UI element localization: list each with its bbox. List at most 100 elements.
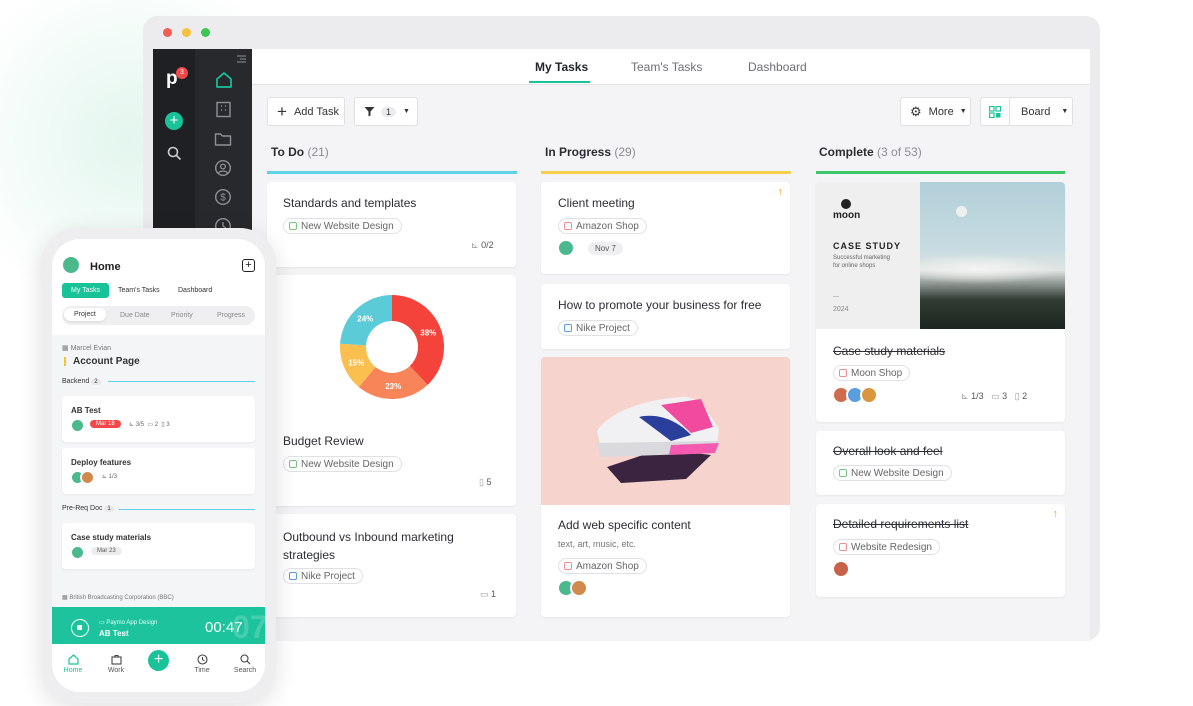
- cover-brand: moon: [833, 210, 861, 221]
- tag-label: Amazon Shop: [576, 561, 639, 572]
- nav-work[interactable]: Work: [101, 654, 131, 674]
- filter-icon: [364, 107, 375, 117]
- chevron-down-icon: ▼: [403, 108, 410, 115]
- project-tag[interactable]: New Website Design: [833, 465, 952, 481]
- building-icon: ▦: [62, 595, 68, 601]
- task-title: Standards and templates: [283, 196, 417, 210]
- client-name: British Broadcasting Corporation (BBC): [69, 595, 174, 601]
- group-count: 2: [91, 379, 101, 385]
- search-icon: [239, 654, 250, 665]
- tab-teams-tasks[interactable]: Team's Tasks: [631, 60, 702, 74]
- case-study-cover: moon CASE STUDY Successful marketing for…: [816, 182, 920, 329]
- column-count: (21): [307, 145, 329, 159]
- avatar[interactable]: [61, 255, 81, 275]
- project-tag[interactable]: Amazon Shop: [558, 218, 647, 234]
- pie-chart: 38% 23% 15% 24%: [340, 295, 444, 399]
- nav-add-button[interactable]: +: [148, 650, 169, 671]
- task-card-client-meeting[interactable]: ↑ Client meeting Amazon Shop Nov 7: [541, 182, 790, 274]
- file-icon: ▯: [1014, 391, 1020, 401]
- phone-card-case-study[interactable]: Case study materials Mar 23: [62, 523, 255, 569]
- stop-timer-icon[interactable]: [71, 619, 89, 637]
- phone-filter-priority[interactable]: Priority: [171, 312, 193, 319]
- home-icon[interactable]: [215, 71, 233, 88]
- nav-home[interactable]: Home: [58, 654, 88, 674]
- avatar: [860, 386, 878, 404]
- task-title: Outbound vs Inbound marketing strategies: [283, 530, 454, 562]
- column-title: In Progress: [545, 145, 612, 159]
- gear-icon: ⚙: [910, 103, 922, 119]
- user-icon[interactable]: [214, 159, 232, 177]
- close-dot[interactable]: [163, 28, 172, 37]
- avatar: [70, 418, 85, 433]
- minimize-dot[interactable]: [182, 28, 191, 37]
- project-icon: [289, 572, 297, 580]
- task-card-overall[interactable]: Overall look and feel New Website Design: [816, 431, 1065, 495]
- folder-icon[interactable]: [214, 131, 232, 147]
- add-task-button[interactable]: + Add Task: [267, 97, 345, 126]
- timer-bar[interactable]: ▭ Paymo App Design AB Test 07 00:47: [52, 607, 265, 649]
- project-tag[interactable]: Nike Project: [283, 568, 363, 584]
- nav-search[interactable]: Search: [230, 654, 260, 674]
- phone-tab-teams-tasks[interactable]: Team's Tasks: [118, 287, 160, 294]
- project-tag[interactable]: Moon Shop: [833, 365, 911, 381]
- project-tag[interactable]: Website Redesign: [833, 539, 940, 555]
- add-icon[interactable]: +: [165, 112, 183, 130]
- avatar: [557, 239, 575, 257]
- date-badge: Mar 18: [90, 420, 121, 428]
- filter-count: 1: [381, 106, 397, 117]
- phone-filter-due-date[interactable]: Due Date: [120, 312, 150, 319]
- project-tag[interactable]: Nike Project: [558, 320, 638, 336]
- project-tag[interactable]: New Website Design: [283, 218, 402, 234]
- building-icon[interactable]: [215, 101, 232, 118]
- column-header-complete: Complete (3 of 53): [819, 145, 922, 159]
- more-button[interactable]: ⚙ More ▼: [900, 97, 971, 126]
- collapse-icon[interactable]: [237, 55, 246, 63]
- project-tag[interactable]: Amazon Shop: [558, 558, 647, 574]
- view-select[interactable]: Board ▼: [980, 97, 1073, 126]
- pie-slice-label: 23%: [385, 382, 401, 391]
- dollar-icon[interactable]: $: [214, 188, 232, 206]
- project-icon: [289, 222, 297, 230]
- subtask-value: 3/5: [135, 422, 145, 428]
- tab-dashboard[interactable]: Dashboard: [748, 60, 807, 74]
- filter-button[interactable]: 1 ▼: [354, 97, 418, 126]
- pie-slice-label: 38%: [420, 329, 436, 338]
- tag-label: Nike Project: [301, 571, 355, 582]
- phone-tab-dashboard[interactable]: Dashboard: [178, 287, 212, 294]
- priority-arrow-icon: ↑: [777, 186, 784, 198]
- phone-tab-my-tasks[interactable]: My Tasks: [62, 283, 110, 298]
- task-card-standards[interactable]: Standards and templates New Website Desi…: [267, 182, 516, 267]
- view-label: Board: [1021, 105, 1051, 118]
- client-name: Marcel Evian: [70, 345, 112, 352]
- add-icon[interactable]: +: [242, 259, 255, 272]
- divider: [1009, 97, 1010, 126]
- tag-label: New Website Design: [851, 468, 944, 479]
- project-color-bar: [64, 357, 66, 366]
- task-subtitle: text, art, music, etc.: [558, 539, 637, 549]
- maximize-dot[interactable]: [201, 28, 210, 37]
- tab-my-tasks[interactable]: My Tasks: [535, 60, 588, 74]
- project-tag[interactable]: New Website Design: [283, 456, 402, 472]
- more-label: More: [928, 105, 954, 118]
- phone-filter-progress[interactable]: Progress: [217, 312, 245, 319]
- task-card-detailed[interactable]: ↑ Detailed requirements list Website Red…: [816, 504, 1065, 597]
- comment-value: 2: [154, 422, 159, 428]
- nav-time[interactable]: Time: [187, 654, 217, 674]
- cover-text: for online shops: [833, 263, 876, 269]
- task-card-add-web[interactable]: Add web specific content text, art, musi…: [541, 357, 790, 617]
- sneaker-image: [541, 357, 790, 505]
- task-card-case-study[interactable]: moon CASE STUDY Successful marketing for…: [816, 182, 1065, 422]
- phone-card-deploy[interactable]: Deploy features ⊾ 1/3: [62, 448, 255, 494]
- task-title: Deploy features: [71, 458, 132, 467]
- search-icon[interactable]: [167, 146, 182, 161]
- cloud: [920, 254, 1065, 284]
- task-card-outbound[interactable]: Outbound vs Inbound marketing strategies…: [267, 514, 516, 617]
- task-card-promote[interactable]: How to promote your business for free Ni…: [541, 284, 790, 349]
- phone-card-ab-test[interactable]: AB Test Mar 18 ⊾ 3/5 ▭ 2 ▯ 3: [62, 396, 255, 442]
- phone-mockup: Home + My Tasks Team's Tasks Dashboard P…: [41, 228, 276, 703]
- timer-project-name: Paymo App Design: [106, 620, 158, 626]
- phone-filter-project[interactable]: Project: [64, 308, 106, 321]
- priority-arrow-icon: ↑: [1052, 508, 1059, 520]
- task-card-budget[interactable]: 38% 23% 15% 24% Budget Review New Website D…: [267, 275, 516, 506]
- avatar: [80, 470, 95, 485]
